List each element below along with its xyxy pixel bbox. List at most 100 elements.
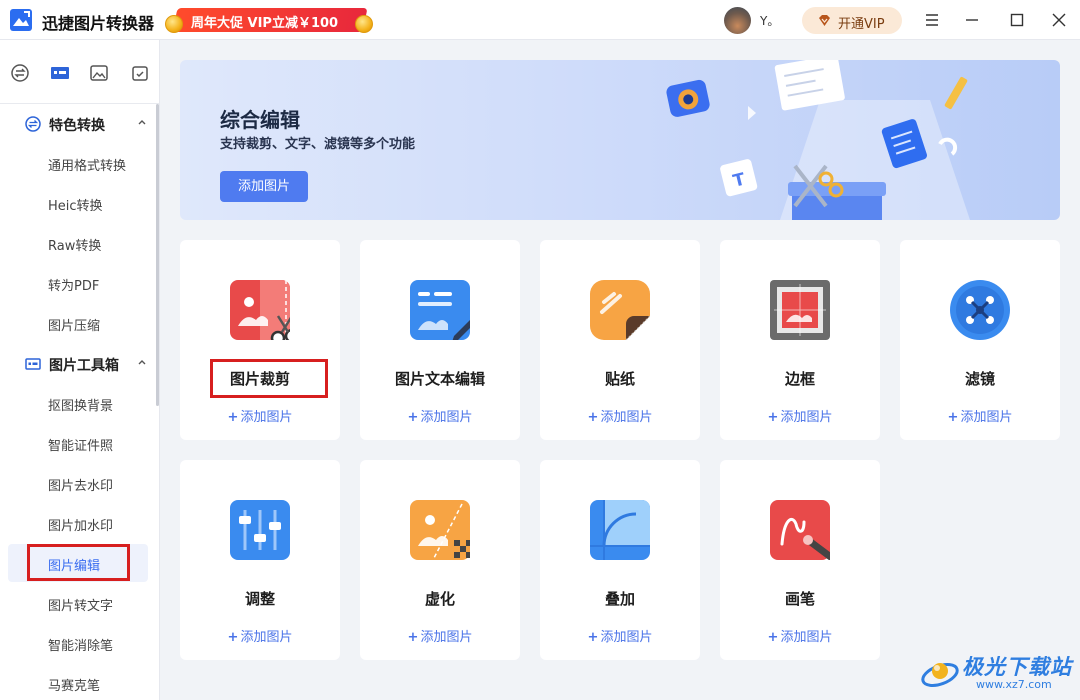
- menu-button[interactable]: [920, 8, 944, 32]
- promo-text: 周年大促 VIP立减￥100: [191, 16, 339, 31]
- tool-card-border[interactable]: 边框 + 添加图片: [720, 240, 880, 440]
- add-image-label: 添加图片: [780, 410, 833, 425]
- add-image-label: 添加图片: [780, 630, 833, 645]
- add-image-label: 添加图片: [600, 630, 653, 645]
- plus-icon: +: [767, 410, 779, 425]
- watermark-logo-icon: [921, 663, 959, 687]
- user-avatar[interactable]: [724, 7, 751, 34]
- banner-add-image-button[interactable]: 添加图片: [220, 171, 308, 202]
- sidebar-item-cutout[interactable]: 抠图换背景: [8, 384, 148, 422]
- sidebar-item-label: 图片压缩: [48, 319, 101, 334]
- tool-card-sticker[interactable]: 贴纸 + 添加图片: [540, 240, 700, 440]
- tool-card-adjust[interactable]: 调整 + 添加图片: [180, 460, 340, 660]
- hamburger-icon: [926, 14, 938, 26]
- crop-icon: [230, 280, 290, 340]
- adjust-icon: [230, 500, 290, 560]
- toolbox-icon: [25, 358, 41, 370]
- sidebar-scrollbar[interactable]: [156, 104, 159, 406]
- plus-icon: +: [947, 410, 959, 425]
- sidebar-item-add-watermark[interactable]: 图片加水印: [8, 504, 148, 542]
- sidebar-item-image-to-text[interactable]: 图片转文字: [8, 584, 148, 622]
- banner-title: 综合编辑: [220, 108, 300, 132]
- sidebar-item-mosaic[interactable]: 马赛克笔: [8, 664, 148, 700]
- section-label: 图片工具箱: [49, 358, 119, 374]
- maximize-icon: [1010, 13, 1024, 27]
- plus-icon: +: [587, 410, 599, 425]
- app-logo-icon: [10, 9, 32, 31]
- blur-icon: [410, 500, 470, 560]
- sidebar-item-label: Heic转换: [48, 199, 103, 214]
- sidebar-item-label: 转为PDF: [48, 279, 100, 294]
- add-image-link[interactable]: + 添加图片: [180, 406, 340, 425]
- image-tab-icon[interactable]: [89, 63, 109, 83]
- title-bar: 迅捷图片转换器 周年大促 VIP立减￥100 Y。 开通VIP: [0, 0, 1080, 40]
- add-image-link[interactable]: + 添加图片: [720, 626, 880, 645]
- task-tab-icon[interactable]: [130, 63, 150, 83]
- minimize-button[interactable]: [960, 8, 984, 32]
- sidebar-item-label: Raw转换: [48, 239, 102, 254]
- sidebar-item-general-convert[interactable]: 通用格式转换: [8, 144, 148, 182]
- section-special-convert[interactable]: 特色转换: [0, 104, 156, 144]
- section-toolbox[interactable]: 图片工具箱: [0, 344, 156, 384]
- sidebar-item-label: 智能消除笔: [48, 639, 114, 654]
- special-convert-icon: [25, 116, 41, 132]
- tool-title: 贴纸: [604, 370, 635, 388]
- sidebar-item-compress[interactable]: 图片压缩: [8, 304, 148, 342]
- sidebar-item-raw[interactable]: Raw转换: [8, 224, 148, 262]
- add-image-label: 添加图片: [600, 410, 653, 425]
- coin-icon: [165, 15, 183, 33]
- plus-icon: +: [227, 410, 239, 425]
- toolbox-tab-icon[interactable]: [50, 63, 70, 83]
- tool-title: 虚化: [424, 590, 455, 608]
- vip-diamond-icon: [819, 15, 830, 26]
- close-icon: [1052, 13, 1066, 27]
- maximize-button[interactable]: [1005, 8, 1029, 32]
- add-image-link[interactable]: + 添加图片: [540, 626, 700, 645]
- watermark-text: 极光下载站: [962, 655, 1072, 679]
- sidebar-item-to-pdf[interactable]: 转为PDF: [8, 264, 148, 302]
- site-watermark: 极光下载站 www.xz7.com: [918, 648, 1078, 698]
- tool-card-blur[interactable]: 虚化 + 添加图片: [360, 460, 520, 660]
- tool-card-text-edit[interactable]: 图片文本编辑 + 添加图片: [360, 240, 520, 440]
- text-edit-icon: [410, 280, 470, 340]
- highlight-box: [210, 359, 328, 398]
- brush-icon: [770, 500, 830, 560]
- tool-card-brush[interactable]: 画笔 + 添加图片: [720, 460, 880, 660]
- plus-icon: +: [587, 630, 599, 645]
- add-image-link[interactable]: + 添加图片: [900, 406, 1060, 425]
- tool-card-filter[interactable]: 滤镜 + 添加图片: [900, 240, 1060, 440]
- tool-card-crop[interactable]: 图片裁剪 + 添加图片: [180, 240, 340, 440]
- sidebar-item-label: 抠图换背景: [48, 399, 114, 414]
- add-image-label: 添加图片: [240, 630, 293, 645]
- sidebar-item-remove-watermark[interactable]: 图片去水印: [8, 464, 148, 502]
- sidebar-item-eraser[interactable]: 智能消除笔: [8, 624, 148, 662]
- close-button[interactable]: [1047, 8, 1071, 32]
- plus-icon: +: [407, 630, 419, 645]
- sidebar-item-label: 马赛克笔: [48, 679, 101, 694]
- minimize-icon: [966, 19, 978, 21]
- banner-illustration: T: [666, 60, 970, 220]
- feature-banner: 综合编辑 支持裁剪、文字、滤镜等多个功能 添加图片 T: [180, 60, 1060, 220]
- add-image-label: 添加图片: [240, 410, 293, 425]
- add-image-label: 添加图片: [420, 410, 473, 425]
- open-vip-label: 开通VIP: [838, 17, 885, 32]
- convert-tab-icon[interactable]: [10, 63, 30, 83]
- add-image-link[interactable]: + 添加图片: [180, 626, 340, 645]
- sidebar-item-heic[interactable]: Heic转换: [8, 184, 148, 222]
- tool-card-overlay[interactable]: 叠加 + 添加图片: [540, 460, 700, 660]
- add-image-link[interactable]: + 添加图片: [360, 626, 520, 645]
- add-image-link[interactable]: + 添加图片: [720, 406, 880, 425]
- banner-subtitle: 支持裁剪、文字、滤镜等多个功能: [220, 137, 416, 152]
- sidebar-item-label: 图片转文字: [48, 599, 114, 614]
- add-image-link[interactable]: + 添加图片: [540, 406, 700, 425]
- open-vip-button[interactable]: 开通VIP: [802, 7, 902, 34]
- border-icon: [770, 280, 830, 340]
- promo-banner[interactable]: 周年大促 VIP立减￥100: [165, 7, 373, 35]
- user-name[interactable]: Y。: [760, 12, 779, 29]
- sidebar: 特色转换 通用格式转换 Heic转换 Raw转换 转为PDF 图片压缩 图片工具…: [0, 40, 160, 700]
- tool-title: 滤镜: [964, 370, 995, 388]
- sidebar-item-label: 智能证件照: [48, 439, 114, 454]
- sidebar-item-id-photo[interactable]: 智能证件照: [8, 424, 148, 462]
- add-image-link[interactable]: + 添加图片: [360, 406, 520, 425]
- sticker-icon: [590, 280, 650, 340]
